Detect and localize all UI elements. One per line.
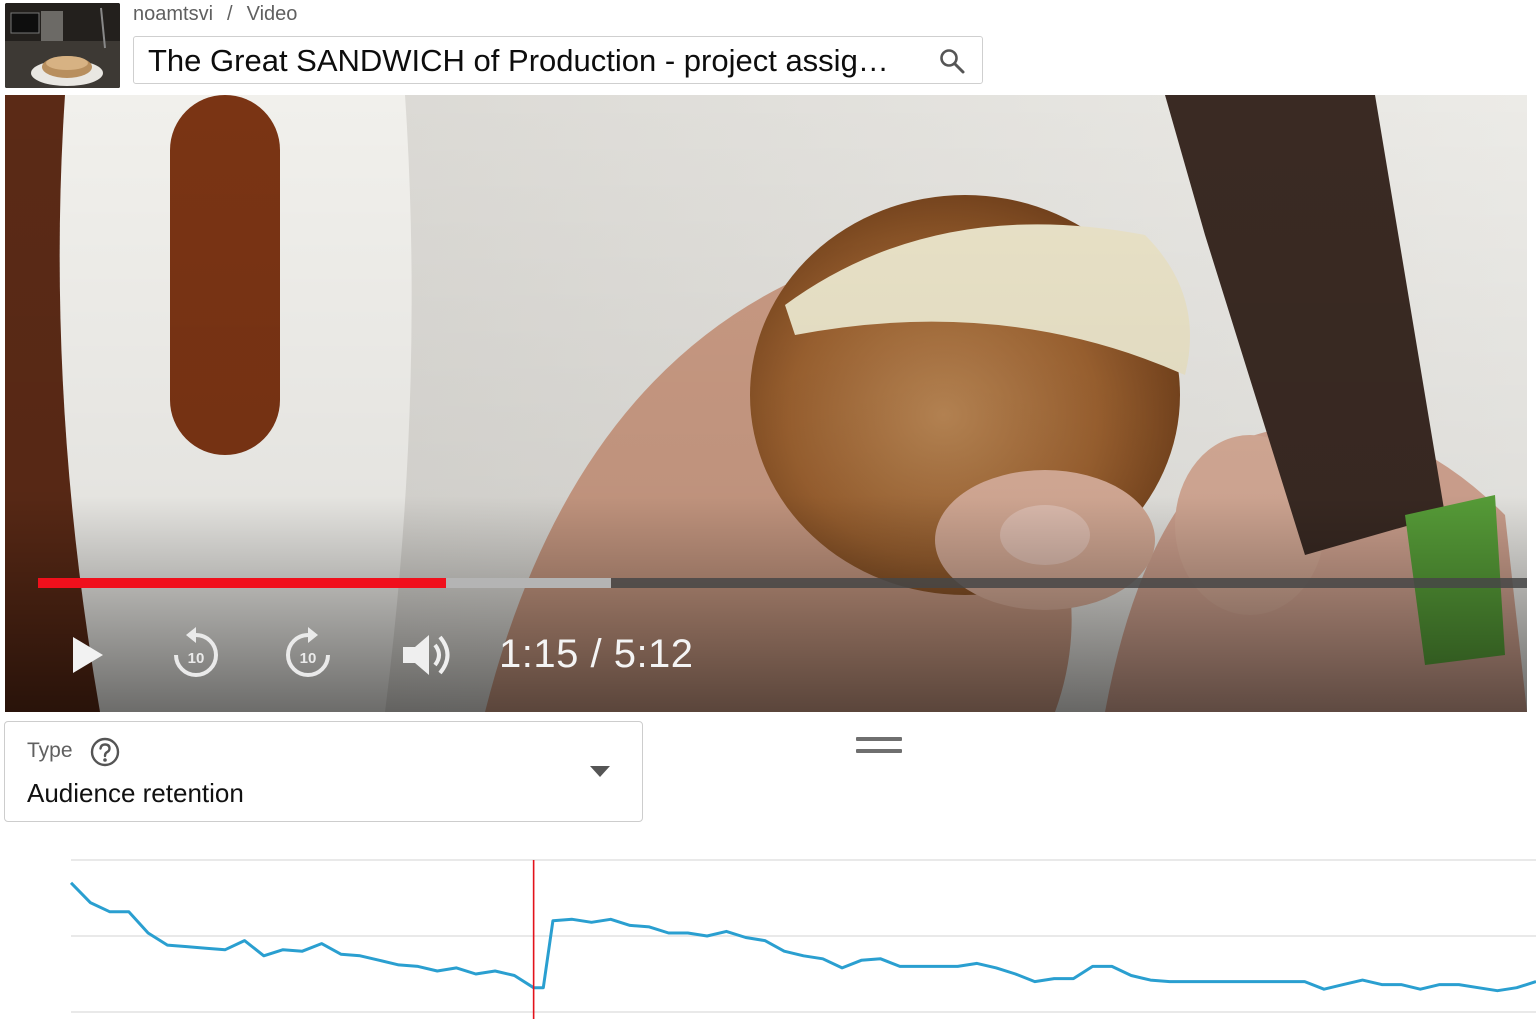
type-value: Audience retention — [27, 778, 244, 808]
video-frame — [5, 95, 1527, 712]
search-icon[interactable] — [938, 47, 966, 75]
breadcrumb: noamtsvi / Video — [133, 3, 297, 26]
time-display: 1:15 / 5:12 — [499, 632, 694, 676]
progress-played — [38, 578, 446, 588]
video-title: The Great SANDWICH of Production - proje… — [148, 43, 889, 78]
video-player[interactable]: 10 10 1:15 / 5:12 — [5, 95, 1527, 712]
breadcrumb-separator: / — [227, 3, 233, 25]
drag-handle-bar — [856, 737, 902, 741]
help-circle-icon[interactable] — [89, 736, 121, 768]
drag-handle-icon[interactable] — [854, 737, 904, 757]
rewind-seconds-label: 10 — [188, 650, 205, 667]
video-progress-bar[interactable] — [38, 578, 1527, 588]
forward-seconds-label: 10 — [300, 650, 317, 667]
sandwich-thumbnail-image — [5, 3, 120, 88]
breadcrumb-section[interactable]: Video — [247, 3, 298, 25]
forward-10-icon[interactable]: 10 — [277, 623, 339, 687]
breadcrumb-channel[interactable]: noamtsvi — [133, 3, 213, 25]
audience-retention-chart[interactable] — [0, 840, 1536, 1019]
video-title-selector[interactable]: The Great SANDWICH of Production - proje… — [133, 36, 983, 84]
play-icon[interactable] — [55, 623, 117, 687]
caret-down-icon[interactable] — [590, 766, 610, 778]
video-thumbnail[interactable] — [5, 3, 120, 88]
type-dropdown[interactable]: Type Audience retention — [4, 721, 643, 822]
rewind-10-icon[interactable]: 10 — [165, 623, 227, 687]
volume-icon[interactable] — [395, 623, 457, 687]
drag-handle-bar — [856, 749, 902, 753]
type-label: Type — [27, 739, 73, 762]
